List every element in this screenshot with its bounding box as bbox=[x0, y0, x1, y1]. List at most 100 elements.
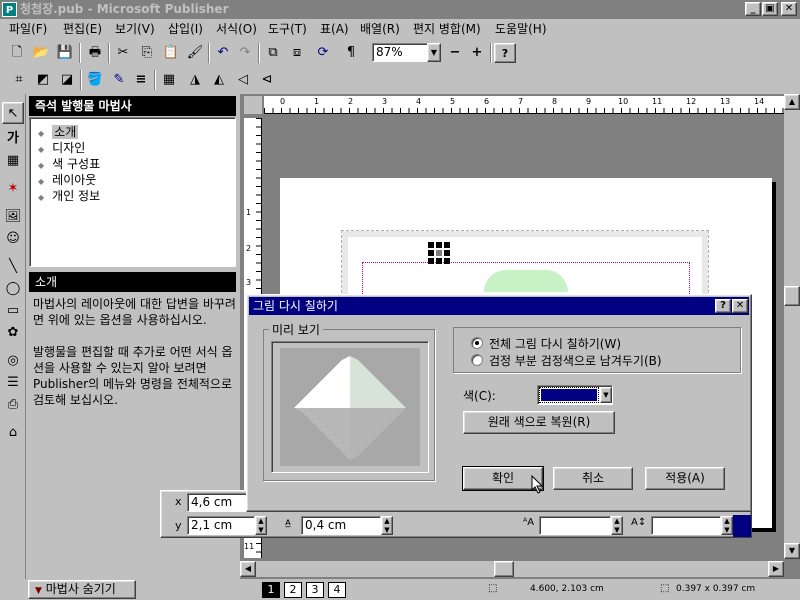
table-tool-icon[interactable]: ▦ bbox=[2, 150, 24, 172]
line-spacing-field[interactable] bbox=[651, 516, 721, 535]
copy-icon[interactable]: ⎘ bbox=[136, 43, 158, 63]
page-2-tab[interactable]: 2 bbox=[284, 582, 302, 598]
vertical-scrollbar[interactable]: ▲ ▼ bbox=[784, 94, 800, 559]
selection-handle[interactable] bbox=[436, 258, 442, 264]
menu-mail-merge[interactable]: 편지 병합(M) bbox=[410, 21, 484, 38]
leave-black-label[interactable]: 검정 부분 검정색으로 남겨두기(B) bbox=[489, 352, 662, 369]
green-graphic[interactable] bbox=[484, 270, 568, 292]
restore-button[interactable]: ▣ bbox=[762, 2, 778, 16]
zoom-combo[interactable]: 87% bbox=[372, 43, 428, 62]
rotate-right-icon[interactable]: ⊲ bbox=[256, 70, 278, 90]
new-icon[interactable]: 🗋 bbox=[6, 43, 28, 63]
page-3-tab[interactable]: 3 bbox=[306, 582, 324, 598]
menu-file[interactable]: 파일(F) bbox=[6, 21, 50, 38]
rectangle-tool-icon[interactable]: ▭ bbox=[2, 300, 24, 322]
selection-handle[interactable] bbox=[436, 242, 442, 248]
help-button[interactable]: ? bbox=[494, 43, 516, 63]
horizontal-ruler[interactable]: 0 1 2 3 4 5 6 7 8 9 10 11 12 13 14 bbox=[264, 96, 784, 114]
design-gallery-tool-icon[interactable]: ⌂ bbox=[2, 422, 24, 444]
line-spacing-spinner-icon[interactable]: ▲ ▼ bbox=[721, 516, 733, 535]
custom-shape-tool-icon[interactable]: ✿ bbox=[2, 322, 24, 344]
send-back-icon[interactable]: ⧈ bbox=[286, 43, 308, 63]
wizard-item-layout[interactable]: ◆ 레이아웃 bbox=[38, 172, 96, 188]
scaling-spinner-icon[interactable]: ▲ ▼ bbox=[611, 516, 623, 535]
menu-insert[interactable]: 삽입(I) bbox=[165, 21, 206, 38]
flip-vertical-icon[interactable]: ◭ bbox=[208, 70, 230, 90]
open-icon[interactable]: 📂 bbox=[30, 43, 52, 63]
leave-black-radio[interactable] bbox=[471, 354, 483, 366]
bring-front-icon[interactable]: ⧉ bbox=[262, 43, 284, 63]
pointer-tool-icon[interactable]: ↖ bbox=[2, 102, 24, 124]
zoom-in-button[interactable]: + bbox=[466, 43, 488, 63]
wizard-item-intro[interactable]: ◆ 소개 bbox=[38, 124, 79, 140]
line-style-icon[interactable]: ≡ bbox=[130, 70, 152, 90]
selection-handle[interactable] bbox=[444, 242, 450, 248]
print-icon[interactable]: 🖶 bbox=[84, 43, 106, 63]
format-painter-icon[interactable]: 🖌 bbox=[184, 43, 206, 63]
selection-handle[interactable] bbox=[428, 242, 434, 248]
oval-tool-icon[interactable]: ◯ bbox=[2, 278, 24, 300]
menu-format[interactable]: 서식(O) bbox=[213, 21, 260, 38]
hotspot-tool-icon[interactable]: ◎ bbox=[2, 350, 24, 372]
zoom-out-button[interactable]: − bbox=[444, 43, 466, 63]
wizard-item-personal-info[interactable]: ◆ 개인 정보 bbox=[38, 188, 100, 204]
flip-horizontal-icon[interactable]: ◮ bbox=[184, 70, 206, 90]
line-tool-icon[interactable]: ╲ bbox=[2, 256, 24, 278]
selection-handle[interactable] bbox=[428, 258, 434, 264]
wizard-item-design[interactable]: ◆ 디자인 bbox=[38, 140, 85, 156]
publisher-app-icon[interactable]: P bbox=[2, 2, 17, 17]
cancel-button[interactable]: 취소 bbox=[553, 467, 633, 490]
crop-icon[interactable]: ⌗ bbox=[8, 70, 30, 90]
hide-wizard-button[interactable]: ▼ 마법사 숨기기 bbox=[28, 580, 136, 599]
page-1-tab[interactable]: 1 bbox=[262, 582, 280, 598]
scroll-left-icon[interactable]: ◀ bbox=[240, 561, 256, 577]
menu-view[interactable]: 보기(V) bbox=[112, 21, 158, 38]
zoom-dropdown-icon[interactable]: ▼ bbox=[427, 43, 441, 62]
menu-table[interactable]: 표(A) bbox=[317, 21, 352, 38]
color-dropdown-icon[interactable]: ▼ bbox=[600, 387, 612, 403]
color-picker[interactable]: ▼ bbox=[537, 385, 613, 405]
spacing-spinner-icon[interactable]: ▲ ▼ bbox=[381, 516, 393, 535]
x-position-field[interactable]: 4,6 cm bbox=[187, 493, 253, 512]
wizard-item-color-scheme[interactable]: ◆ 색 구성표 bbox=[38, 156, 100, 172]
recolor-all-radio[interactable] bbox=[471, 337, 483, 349]
y-position-field[interactable]: 2,1 cm bbox=[187, 516, 255, 535]
selection-handle[interactable] bbox=[444, 250, 450, 256]
redo-icon[interactable]: ↷ bbox=[234, 43, 256, 63]
dialog-help-button[interactable]: ? bbox=[715, 299, 731, 313]
clipart-tool-icon[interactable]: ☺ bbox=[2, 228, 24, 250]
scroll-up-icon[interactable]: ▲ bbox=[784, 94, 800, 110]
minimize-button[interactable]: _ bbox=[745, 2, 761, 16]
undo-icon[interactable]: ↶ bbox=[212, 43, 234, 63]
picture-frame-icon[interactable]: ◩ bbox=[32, 70, 54, 90]
wordart-tool-icon[interactable]: ✶ bbox=[2, 178, 24, 200]
text-frame-tool-icon[interactable]: 가 bbox=[2, 128, 24, 150]
menu-help[interactable]: 도움말(H) bbox=[492, 21, 550, 38]
menu-tools[interactable]: 도구(T) bbox=[265, 21, 310, 38]
scaling-field[interactable] bbox=[539, 516, 611, 535]
save-icon[interactable]: 💾 bbox=[54, 43, 76, 63]
form-control-tool-icon[interactable]: ☰ bbox=[2, 372, 24, 394]
shadow-frame-icon[interactable]: ◪ bbox=[56, 70, 78, 90]
dialog-close-button[interactable]: ✕ bbox=[732, 299, 748, 313]
scroll-right-icon[interactable]: ▶ bbox=[768, 561, 784, 577]
paste-icon[interactable]: 📋 bbox=[160, 43, 182, 63]
vertical-scroll-thumb[interactable] bbox=[784, 286, 800, 306]
rotate-left-icon[interactable]: ◁ bbox=[232, 70, 254, 90]
recolor-icon[interactable]: ▦ bbox=[158, 70, 180, 90]
html-fragment-tool-icon[interactable]: ⎙ bbox=[2, 394, 24, 416]
spacing-field[interactable]: 0,4 cm bbox=[301, 516, 381, 535]
selected-object[interactable] bbox=[428, 242, 450, 264]
page-4-tab[interactable]: 4 bbox=[328, 582, 346, 598]
restore-original-colors-button[interactable]: 원래 색으로 복원(R) bbox=[463, 411, 615, 434]
pilcrow-icon[interactable]: ¶ bbox=[340, 43, 362, 63]
recolor-all-label[interactable]: 전체 그림 다시 칠하기(W) bbox=[489, 335, 621, 352]
y-spinner-icon[interactable]: ▲ ▼ bbox=[255, 516, 267, 535]
apply-button[interactable]: 적용(A) bbox=[645, 467, 725, 490]
menu-edit[interactable]: 편집(E) bbox=[60, 21, 105, 38]
fill-color-icon[interactable]: 🪣 bbox=[84, 70, 106, 90]
picture-tool-icon[interactable]: 🖼 bbox=[2, 206, 24, 228]
cut-icon[interactable]: ✂ bbox=[112, 43, 134, 63]
selection-handle[interactable] bbox=[428, 250, 434, 256]
menu-arrange[interactable]: 배열(R) bbox=[357, 21, 403, 38]
